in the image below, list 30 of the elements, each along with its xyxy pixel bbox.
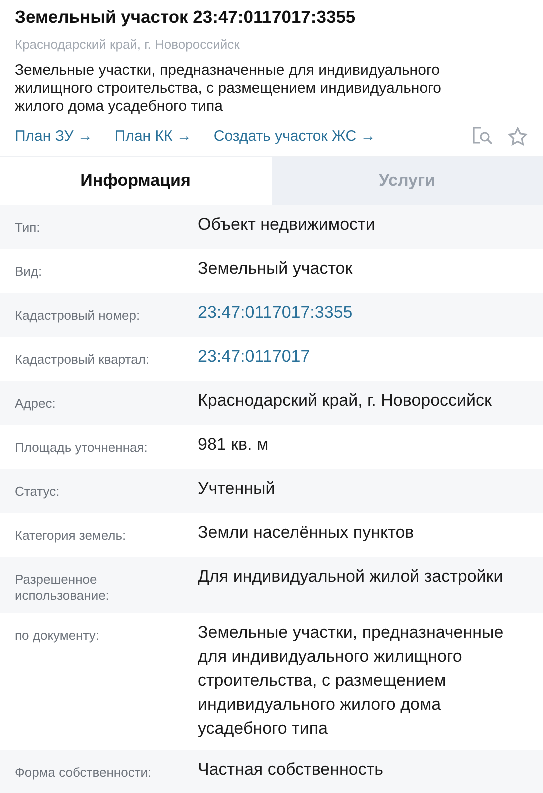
field-value: Земельные участки, предназначенные для индивидуального жилищного строительства, с размещением индивидуального жилого дома усадебного типа bbox=[198, 622, 505, 740]
description-text: Земельные участки, предназначенные для индивидуального жилищного строительства, с размещением индивидуального жилого дома усадебного типа bbox=[15, 62, 443, 116]
field-label: Тип: bbox=[15, 219, 42, 237]
field-label: Кадастровый номер: bbox=[15, 307, 142, 325]
page-title: Земельный участок 23:47:0117017:3355 bbox=[15, 6, 357, 28]
field-value: Объект недвижимости bbox=[198, 214, 376, 236]
plan-link[interactable]: План КК → bbox=[114, 128, 192, 144]
field-label: Адрес: bbox=[15, 395, 57, 413]
field-value: Краснодарский край, г. Новороссийск bbox=[198, 390, 493, 412]
field-value: Учтенный bbox=[198, 478, 276, 500]
field-label: Вид: bbox=[15, 263, 44, 281]
field-label: по документу: bbox=[15, 627, 100, 645]
field-value: Земельный участок bbox=[198, 258, 354, 280]
field-label: Площадь уточненная: bbox=[15, 439, 149, 457]
cadastral-link[interactable]: 23:47:0117017 bbox=[198, 345, 533, 372]
plan-link[interactable]: План ЗУ → bbox=[15, 128, 93, 144]
field-value: 981 кв. м bbox=[198, 434, 270, 456]
field-label: Форма собственности: bbox=[15, 764, 153, 782]
search-icon[interactable] bbox=[472, 126, 494, 146]
star-icon[interactable] bbox=[508, 126, 528, 146]
field-value: Частная собственность bbox=[198, 759, 384, 781]
field-label: Кадастровый квартал: bbox=[15, 351, 151, 369]
field-label: Разрешенное использование: bbox=[15, 571, 110, 604]
cadastral-link[interactable]: 23:47:0117017:3355 bbox=[198, 301, 533, 328]
address-subtitle: Краснодарский край, г. Новороссийск bbox=[15, 37, 241, 53]
field-label: Категория земель: bbox=[15, 527, 128, 545]
field-value: Земли населённых пунктов bbox=[198, 522, 416, 544]
plan-link[interactable]: Создать участок ЖС → bbox=[214, 128, 376, 144]
field-label: Статус: bbox=[15, 483, 61, 501]
field-value: Для индивидуальной жилой застройки bbox=[198, 566, 504, 588]
